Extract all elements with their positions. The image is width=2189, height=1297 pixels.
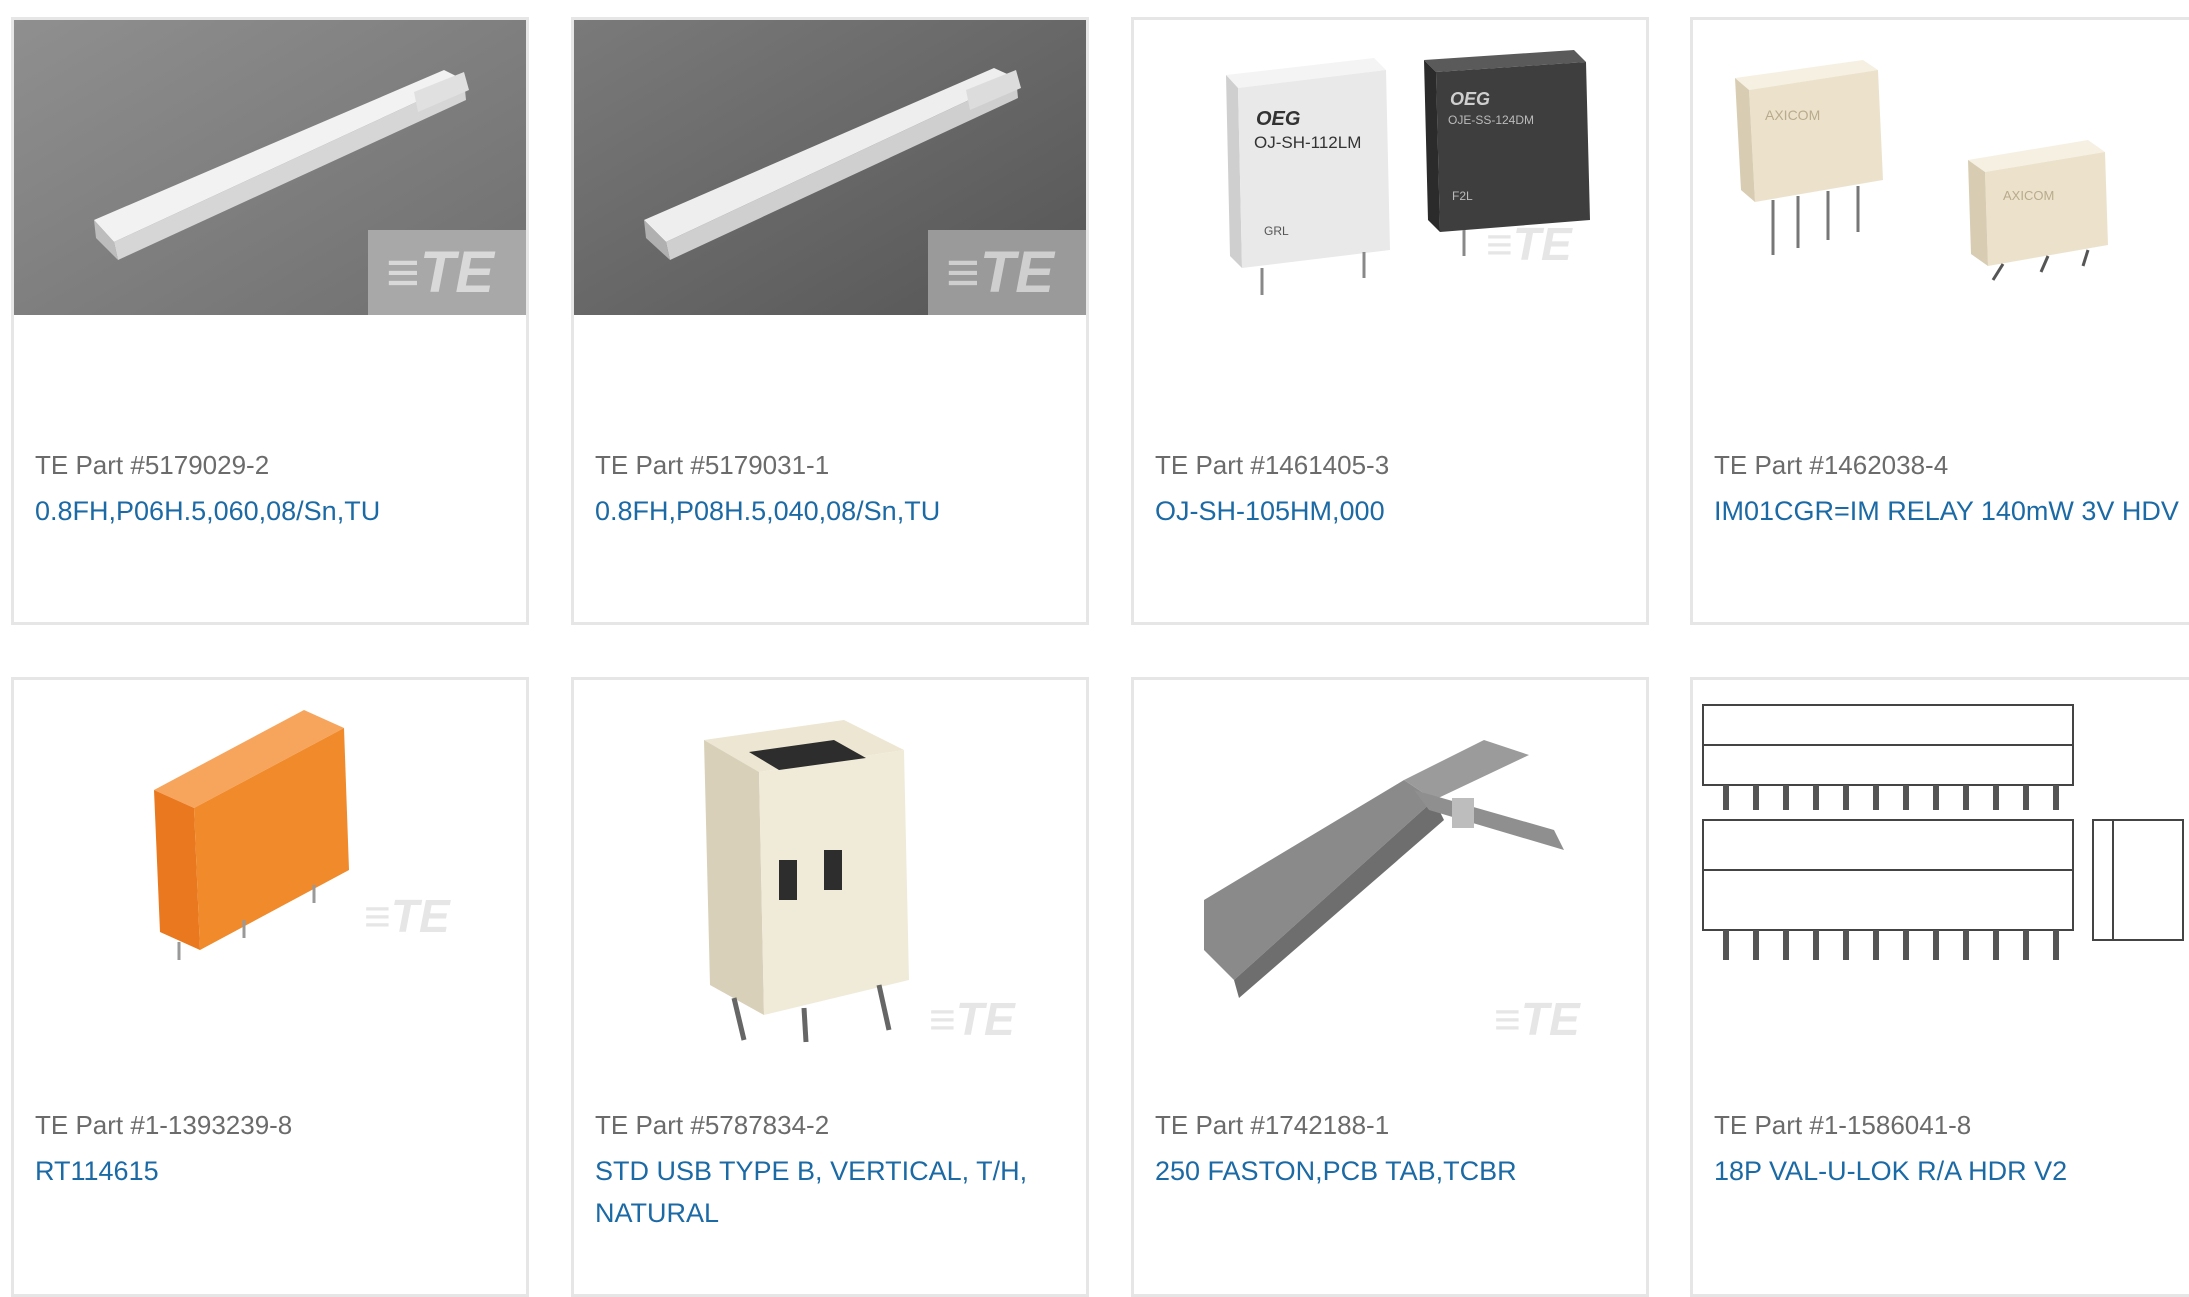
product-card[interactable]: ≡TE TE Part #1-1393239-8 RT114615: [11, 677, 529, 1297]
svg-text:≡TE: ≡TE: [1494, 993, 1581, 1045]
product-name-link[interactable]: 0.8FH,P06H.5,060,08/Sn,TU: [35, 490, 515, 532]
product-name-link[interactable]: OJ-SH-105HM,000: [1155, 490, 1635, 532]
svg-text:≡TE: ≡TE: [364, 890, 451, 942]
product-name-link[interactable]: RT114615: [35, 1150, 515, 1192]
product-card[interactable]: ≡TE TE Part #5787834-2 STD USB TYPE B, V…: [571, 677, 1089, 1297]
te-watermark-icon: ≡TE: [946, 240, 1056, 305]
part-number: TE Part #1461405-3: [1155, 450, 1390, 480]
product-name-link[interactable]: 250 FASTON,PCB TAB,TCBR: [1155, 1150, 1635, 1192]
svg-text:AXICOM: AXICOM: [1765, 107, 1820, 123]
product-card[interactable]: ≡TE TE Part #5179031-1 0.8FH,P08H.5,040,…: [571, 17, 1089, 625]
product-image[interactable]: ≡TE: [574, 20, 1086, 315]
product-image[interactable]: AXICOM AXICOM: [1693, 20, 2189, 315]
te-watermark-icon: ≡TE: [929, 993, 1016, 1045]
faston-tab-image: ≡TE: [1134, 680, 1646, 1060]
svg-text:OEG: OEG: [1450, 89, 1490, 109]
product-image[interactable]: [1693, 680, 2189, 1060]
part-number: TE Part #5179029-2: [35, 450, 270, 480]
svg-text:AXICOM: AXICOM: [2003, 188, 2054, 203]
relay-image: AXICOM AXICOM: [1693, 20, 2189, 315]
svg-text:OJ-SH-112LM: OJ-SH-112LM: [1254, 133, 1361, 152]
product-image[interactable]: ≡TE: [574, 680, 1086, 1060]
product-name-link[interactable]: 18P VAL-U-LOK R/A HDR V2: [1714, 1150, 2189, 1192]
relay-image: OEG OJ-SH-112LM GRL OEG OJE-SS-124DM F2L…: [1134, 20, 1646, 315]
te-watermark-icon: ≡TE: [1494, 993, 1581, 1045]
product-image[interactable]: ≡TE: [14, 680, 526, 1060]
board-connector-image: ≡TE: [574, 20, 1086, 315]
product-name-link[interactable]: 0.8FH,P08H.5,040,08/Sn,TU: [595, 490, 1075, 532]
part-number: TE Part #1-1393239-8: [35, 1110, 293, 1140]
te-watermark-icon: ≡TE: [364, 890, 451, 942]
product-image[interactable]: ≡TE: [1134, 680, 1646, 1060]
product-name-link[interactable]: STD USB TYPE B, VERTICAL, T/H, NATURAL: [595, 1150, 1075, 1234]
te-watermark-icon: ≡TE: [1486, 218, 1573, 270]
svg-text:≡TE: ≡TE: [386, 240, 496, 305]
product-card[interactable]: TE Part #1-1586041-8 18P VAL-U-LOK R/A H…: [1690, 677, 2189, 1297]
product-card[interactable]: ≡TE TE Part #1742188-1 250 FASTON,PCB TA…: [1131, 677, 1649, 1297]
product-image[interactable]: ≡TE: [14, 20, 526, 315]
svg-text:OEG: OEG: [1256, 108, 1300, 130]
part-number: TE Part #1742188-1: [1155, 1110, 1390, 1140]
svg-text:≡TE: ≡TE: [1486, 218, 1573, 270]
board-connector-image: ≡TE: [14, 20, 526, 315]
part-number: TE Part #5179031-1: [595, 450, 830, 480]
usb-connector-image: ≡TE: [574, 680, 1086, 1060]
svg-text:GRL: GRL: [1264, 224, 1289, 238]
orange-relay-image: ≡TE: [14, 680, 526, 1060]
product-card[interactable]: ≡TE TE Part #5179029-2 0.8FH,P06H.5,060,…: [11, 17, 529, 625]
header-drawing-image: [1693, 680, 2189, 1060]
svg-text:F2L: F2L: [1452, 189, 1473, 203]
product-card[interactable]: AXICOM AXICOM TE Part #1462038-4 IM01CGR…: [1690, 17, 2189, 625]
part-number: TE Part #1-1586041-8: [1714, 1110, 1972, 1140]
product-grid: ≡TE TE Part #5179029-2 0.8FH,P06H.5,060,…: [0, 0, 2189, 1297]
product-name-link[interactable]: IM01CGR=IM RELAY 140mW 3V HDV: [1714, 490, 2189, 532]
part-number: TE Part #1462038-4: [1714, 450, 1949, 480]
svg-text:OJE-SS-124DM: OJE-SS-124DM: [1448, 113, 1534, 127]
svg-text:≡TE: ≡TE: [946, 240, 1056, 305]
svg-text:≡TE: ≡TE: [929, 993, 1016, 1045]
part-number: TE Part #5787834-2: [595, 1110, 830, 1140]
te-watermark-icon: ≡TE: [386, 240, 496, 305]
product-card[interactable]: OEG OJ-SH-112LM GRL OEG OJE-SS-124DM F2L…: [1131, 17, 1649, 625]
product-image[interactable]: OEG OJ-SH-112LM GRL OEG OJE-SS-124DM F2L…: [1134, 20, 1646, 315]
